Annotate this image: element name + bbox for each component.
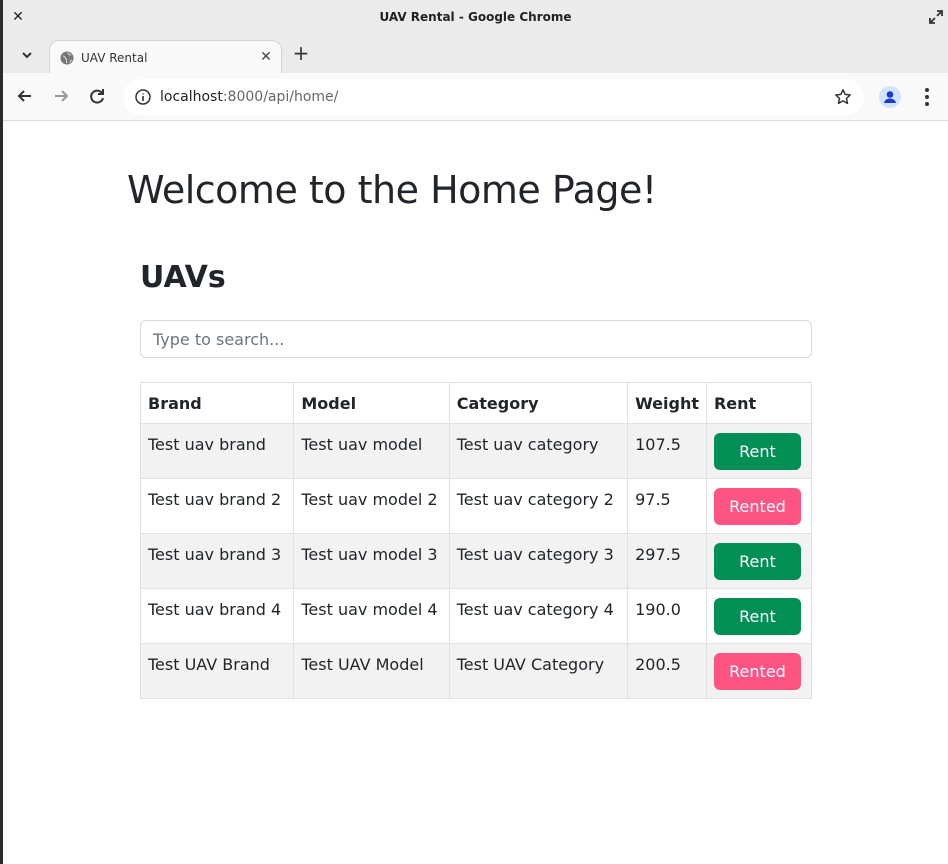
title-bar: ✕ UAV Rental - Google Chrome [3, 0, 948, 35]
cell-model: Test UAV Model [293, 643, 450, 699]
window-title: UAV Rental - Google Chrome [379, 10, 572, 24]
cell-brand: Test uav brand [139, 423, 295, 479]
cell-weight: 190.0 [627, 588, 707, 644]
cell-rent: Rented [705, 478, 813, 534]
column-header-weight: Weight [627, 382, 707, 424]
table-row: Test uav brand Test uav model Test uav c… [139, 423, 813, 479]
cell-category: Test UAV Category [448, 643, 629, 699]
search-input[interactable] [140, 320, 812, 358]
table-row: Test uav brand 3 Test uav model 3 Test u… [139, 533, 813, 589]
cell-rent: Rent [705, 588, 813, 644]
tab-title: UAV Rental [81, 51, 148, 65]
url-path: :8000/api/home/ [222, 89, 339, 105]
cell-brand: Test uav brand 3 [139, 533, 295, 589]
profile-icon[interactable] [879, 86, 901, 108]
cell-model: Test uav model 4 [293, 588, 450, 644]
cell-brand: Test UAV Brand [139, 643, 295, 699]
cell-category: Test uav category 4 [448, 588, 629, 644]
maximize-icon[interactable] [928, 9, 944, 25]
table-row: Test uav brand 4 Test uav model 4 Test u… [139, 588, 813, 644]
column-header-brand: Brand [139, 382, 295, 424]
cell-rent: Rent [705, 423, 813, 479]
tab-close-icon[interactable]: ✕ [259, 50, 273, 64]
page-title: Welcome to the Home Page! [127, 168, 657, 212]
cell-rent: Rent [705, 533, 813, 589]
site-info-icon[interactable] [135, 89, 151, 105]
url-text: localhost:8000/api/home/ [160, 89, 338, 105]
cell-category: Test uav category 2 [448, 478, 629, 534]
cell-weight: 107.5 [627, 423, 707, 479]
menu-icon[interactable] [917, 86, 937, 108]
back-icon[interactable] [14, 85, 36, 107]
bookmark-star-icon[interactable] [834, 88, 852, 106]
forward-icon[interactable] [50, 85, 72, 107]
cell-brand: Test uav brand 2 [139, 478, 295, 534]
column-header-model: Model [293, 382, 450, 424]
section-title: UAVs [140, 260, 226, 295]
cell-weight: 200.5 [627, 643, 707, 699]
cell-category: Test uav category [448, 423, 629, 479]
tab-strip: UAV Rental ✕ + [3, 35, 948, 74]
column-header-category: Category [448, 382, 629, 424]
rent-button[interactable]: Rent [713, 598, 801, 635]
globe-icon [60, 51, 74, 65]
table-header-row: Brand Model Category Weight Rent [139, 382, 813, 424]
rent-button[interactable]: Rent [713, 433, 801, 470]
address-bar[interactable]: localhost:8000/api/home/ [123, 79, 864, 115]
cell-weight: 97.5 [627, 478, 707, 534]
cell-rent: Rented [705, 643, 813, 699]
cell-model: Test uav model 3 [293, 533, 450, 589]
toolbar: localhost:8000/api/home/ [3, 73, 948, 121]
rent-button[interactable]: Rent [713, 543, 801, 580]
cell-brand: Test uav brand 4 [139, 588, 295, 644]
uav-table: Brand Model Category Weight Rent Test ua… [139, 382, 813, 699]
url-host: localhost [160, 89, 223, 105]
cell-weight: 297.5 [627, 533, 707, 589]
page-content: Welcome to the Home Page! UAVs Brand Mod… [3, 122, 948, 864]
tab-uav-rental[interactable]: UAV Rental ✕ [49, 40, 282, 74]
reload-icon[interactable] [86, 85, 108, 107]
tab-search-icon[interactable] [17, 45, 37, 65]
rented-button[interactable]: Rented [713, 653, 801, 690]
table-row: Test UAV Brand Test UAV Model Test UAV C… [139, 643, 813, 699]
cell-model: Test uav model 2 [293, 478, 450, 534]
cell-category: Test uav category 3 [448, 533, 629, 589]
column-header-rent: Rent [705, 382, 813, 424]
table-row: Test uav brand 2 Test uav model 2 Test u… [139, 478, 813, 534]
cell-model: Test uav model [293, 423, 450, 479]
new-tab-icon[interactable]: + [291, 43, 311, 64]
browser-window: ✕ UAV Rental - Google Chrome UAV Rental … [3, 0, 948, 864]
rented-button[interactable]: Rented [713, 488, 801, 525]
